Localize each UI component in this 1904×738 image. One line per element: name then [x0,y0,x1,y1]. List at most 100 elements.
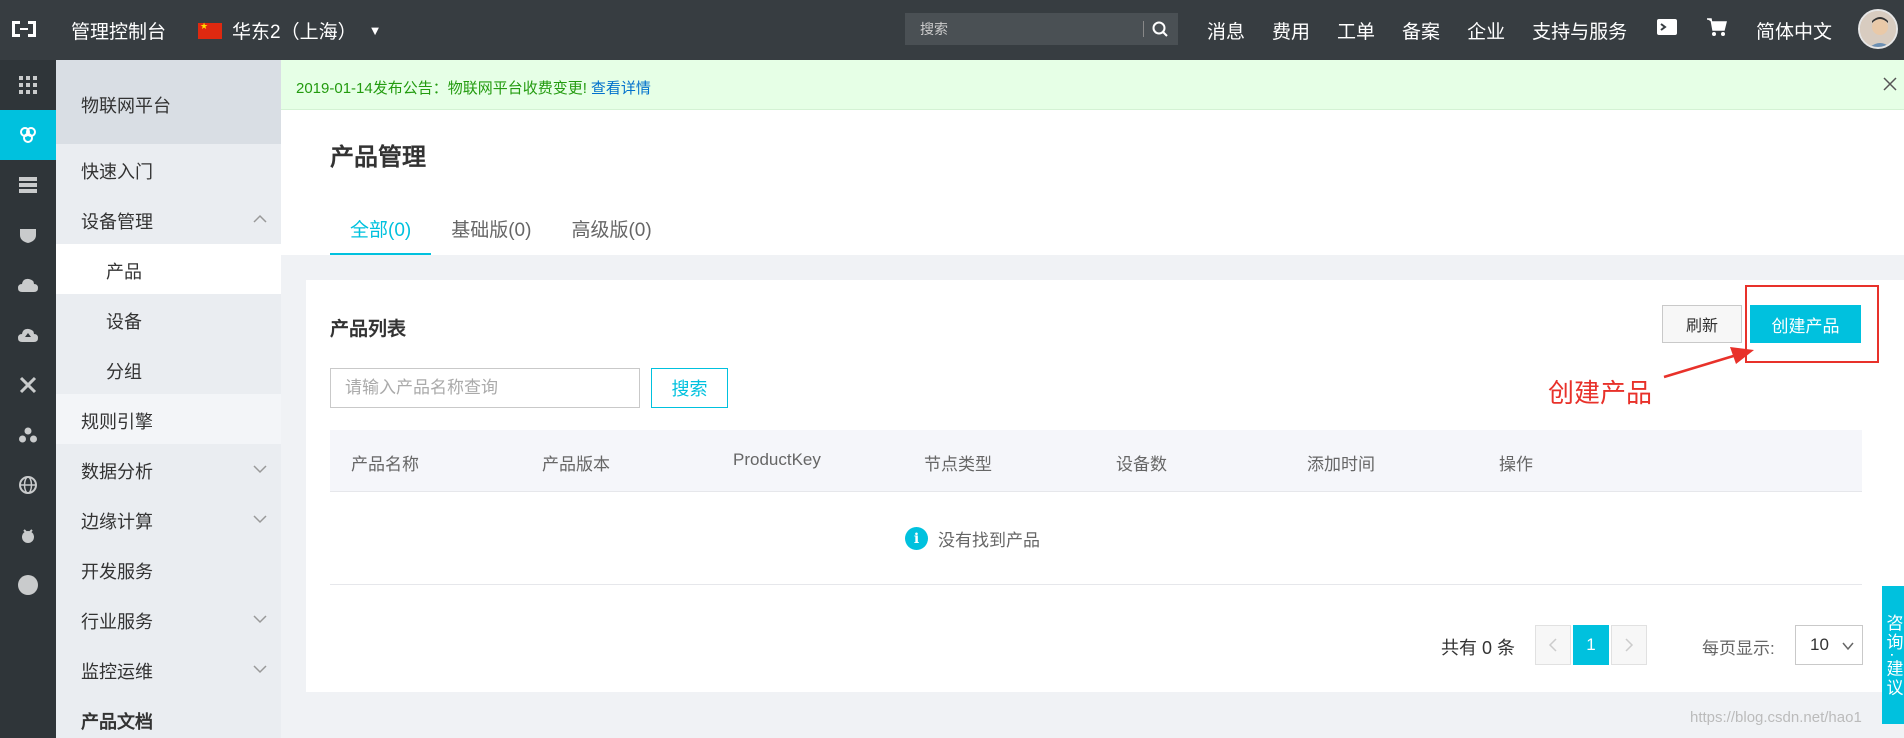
globe-menu-item[interactable] [0,460,56,510]
sidebar-item-groups[interactable]: 分组 [56,344,281,394]
region-selector[interactable]: 华东2（上海） ▼ [198,17,381,44]
terminal-icon[interactable] [1656,18,1678,36]
sidebar-header: 物联网平台 [56,60,281,144]
globe-icon [19,476,37,494]
sidebar-item-monitoring[interactable]: 监控运维 [56,644,281,694]
database-icon [19,177,37,193]
product-search-input[interactable] [330,368,640,408]
column-header-actions: 操作 [1499,455,1533,474]
cloud-upload-menu-item[interactable] [0,310,56,360]
storage-menu-item[interactable] [0,160,56,210]
user-avatar-icon [1860,11,1896,47]
column-header-version: 产品版本 [542,455,610,474]
cloud-upload-icon [18,328,38,342]
sidebar-item-dev-services[interactable]: 开发服务 [56,544,281,594]
avatar[interactable] [1858,9,1898,49]
chevron-down-icon [253,465,267,474]
column-header-name: 产品名称 [351,455,419,474]
chevron-down-icon [253,515,267,524]
page-size-label: 每页显示: [1702,639,1775,658]
tools-icon [19,376,37,394]
tools-menu-item[interactable] [0,360,56,410]
info-icon: i [905,527,928,550]
sidebar-item-label: 设备 [106,312,142,332]
global-search-input[interactable] [905,13,1144,45]
nav-tickets[interactable]: 工单 [1337,17,1375,44]
sidebar-item-label: 监控运维 [81,662,153,682]
notice-content: 2019-01-14发布公告：物联网平台收费变更! 查看详情 [296,77,651,98]
search-icon[interactable] [1151,20,1171,38]
empty-state: i 没有找到产品 [330,492,1862,585]
sidebar-item-label: 规则引擎 [81,412,153,432]
sidebar-item-label: 分组 [106,362,142,382]
page-title: 产品管理 [330,144,426,171]
annotation-highlight-box [1745,285,1879,363]
bug-icon [22,529,34,543]
sidebar-item-label: 行业服务 [81,612,153,632]
tab-all[interactable]: 全部(0) [330,207,432,255]
caret-down-icon: ▼ [368,23,382,38]
notice-banner: 2019-01-14发布公告：物联网平台收费变更! 查看详情 [281,60,1904,110]
cluster-menu-item[interactable] [0,410,56,460]
top-nav: 消息 费用 工单 备案 企业 支持与服务 [1207,17,1654,44]
notice-text: 2019-01-14发布公告：物联网平台收费变更! [296,80,587,97]
sidebar-item-device-management[interactable]: 设备管理 [56,194,281,244]
shield-icon [20,229,36,243]
bug-menu-item[interactable] [0,510,56,560]
aliyun-logo-icon[interactable] [8,17,40,41]
close-icon[interactable] [1882,76,1898,92]
cloud-menu-item[interactable] [0,260,56,310]
page-number-button[interactable]: 1 [1573,625,1609,665]
notice-link[interactable]: 查看详情 [591,80,651,97]
tab-basic[interactable]: 基础版(0) [431,207,551,255]
sidebar-item-label: 产品文档 [81,712,153,732]
chevron-left-icon [1548,638,1557,652]
search-button[interactable]: 搜索 [651,368,728,408]
circle-menu-item[interactable] [0,560,56,610]
global-search [905,13,1178,45]
cart-icon[interactable] [1705,16,1729,38]
next-page-button[interactable] [1611,625,1647,665]
circle-icon [18,575,38,595]
iot-icon [20,127,36,143]
chevron-down-icon [1842,642,1854,651]
annotation-arrow-icon [1663,347,1754,379]
nav-enterprise[interactable]: 企业 [1467,17,1505,44]
nav-support[interactable]: 支持与服务 [1532,17,1627,44]
products-menu-item[interactable] [0,60,56,110]
console-title[interactable]: 管理控制台 [71,17,166,44]
nav-billing[interactable]: 费用 [1272,17,1310,44]
sidebar-item-docs[interactable]: 产品文档 [56,694,281,738]
sidebar-item-label: 数据分析 [81,462,153,482]
tab-pro[interactable]: 高级版(0) [551,207,671,255]
column-header-added-time: 添加时间 [1307,455,1375,474]
sidebar-item-rules-engine[interactable]: 规则引擎 [56,394,281,444]
sidebar-item-devices[interactable]: 设备 [56,294,281,344]
security-menu-item[interactable] [0,210,56,260]
refresh-button[interactable]: 刷新 [1662,305,1742,343]
sidebar-item-industry-services[interactable]: 行业服务 [56,594,281,644]
search-divider [1143,21,1144,37]
iot-menu-item[interactable] [0,110,56,160]
page-header: 产品管理 全部(0) 基础版(0) 高级版(0) [281,110,1904,255]
chevron-right-icon [1625,638,1634,652]
column-header-node-type: 节点类型 [924,455,992,474]
prev-page-button[interactable] [1535,625,1571,665]
nav-messages[interactable]: 消息 [1207,17,1245,44]
cloud-icon [18,278,38,292]
page-size-select[interactable]: 10 [1795,625,1863,665]
feedback-tab[interactable]: 咨询·建议 [1882,586,1904,724]
total-count: 共有 0 条 [1441,638,1516,658]
region-label: 华东2（上海） [232,22,357,43]
icon-sidebar [0,60,56,738]
sidebar-item-label: 边缘计算 [81,512,153,532]
language-selector[interactable]: 简体中文 [1756,17,1832,44]
chevron-down-icon [253,615,267,624]
grid-icon [19,76,37,94]
sidebar-item-edge-computing[interactable]: 边缘计算 [56,494,281,544]
cluster-icon [19,427,37,443]
nav-icp[interactable]: 备案 [1402,17,1440,44]
sidebar-item-data-analysis[interactable]: 数据分析 [56,444,281,494]
sidebar-item-products[interactable]: 产品 [56,244,281,294]
sidebar-item-quickstart[interactable]: 快速入门 [56,144,281,194]
